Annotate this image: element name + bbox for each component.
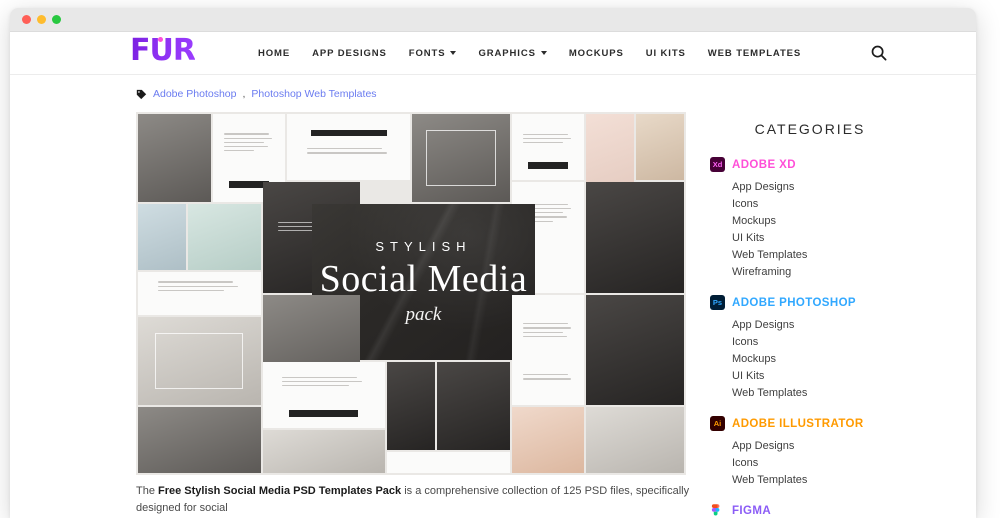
category-header-figma[interactable]: FIGMA [710, 503, 910, 518]
tag-separator: , [242, 88, 246, 100]
sidebar: CATEGORIES Xd ADOBE XD App Designs Icons… [710, 75, 910, 518]
category-group-adobe-photoshop: Ps ADOBE PHOTOSHOP App Designs Icons Moc… [710, 295, 910, 402]
category-group-adobe-illustrator: Ai ADOBE ILLUSTRATOR App Designs Icons W… [710, 416, 910, 489]
adobe-illustrator-icon: Ai [710, 416, 725, 431]
main-navigation: HOME APP DESIGNS FONTS GRAPHICS MOCKUPS … [258, 48, 801, 59]
body-lead: The [136, 485, 159, 497]
nav-label: HOME [258, 47, 291, 59]
category-name: ADOBE PHOTOSHOP [732, 296, 856, 309]
article-tags: Adobe Photoshop, Photoshop Web Templates [136, 88, 377, 100]
collage-tile [586, 407, 684, 473]
sidebar-title: CATEGORIES [754, 121, 866, 137]
hero-subtitle: pack [405, 303, 442, 325]
collage-tile [387, 362, 435, 451]
collage-tile [636, 114, 684, 180]
nav-item-graphics[interactable]: GRAPHICS [478, 47, 547, 59]
site-header: FUR HOME APP DESIGNS FONTS GRAPHICS MOCK… [10, 32, 976, 75]
nav-label: FONTS [408, 47, 446, 59]
collage-tile [138, 114, 211, 203]
collage-tile [138, 271, 261, 316]
figma-icon [710, 503, 725, 518]
nav-item-app-designs[interactable]: APP DESIGNS [312, 48, 387, 59]
tag-icon [136, 89, 147, 100]
category-group-adobe-xd: Xd ADOBE XD App Designs Icons Mockups UI… [710, 157, 910, 281]
page-viewport: FUR HOME APP DESIGNS FONTS GRAPHICS MOCK… [10, 32, 976, 518]
list-item[interactable]: App Designs [732, 179, 910, 196]
list-item[interactable]: Wireframing [732, 264, 910, 281]
list-item[interactable]: App Designs [732, 438, 910, 455]
category-links-adobe-illustrator: App Designs Icons Web Templates [710, 438, 910, 489]
logo-dot-icon [158, 37, 163, 42]
hero-kicker: STYLISH [375, 238, 472, 254]
category-links-adobe-photoshop: App Designs Icons Mockups UI Kits Web Te… [710, 317, 910, 402]
nav-label: WEB TEMPLATES [707, 47, 802, 59]
article-featured-image[interactable]: STYLISH Social Media pack [136, 112, 686, 475]
body-bold-phrase: Free Stylish Social Media PSD Templates … [158, 485, 402, 497]
category-name: FIGMA [732, 504, 772, 517]
collage-tile [287, 114, 410, 180]
browser-titlebar [10, 8, 976, 32]
chevron-down-icon [450, 51, 457, 55]
nav-label: UI KITS [645, 47, 686, 59]
tag-link-adobe-photoshop[interactable]: Adobe Photoshop [153, 88, 237, 100]
collage-tile [511, 407, 585, 473]
nav-label: APP DESIGNS [312, 47, 387, 59]
list-item[interactable]: Web Templates [732, 472, 910, 489]
tag-link-photoshop-web-templates[interactable]: Photoshop Web Templates [251, 88, 376, 100]
collage-tile [187, 204, 261, 270]
adobe-photoshop-icon: Ps [710, 295, 725, 310]
collage-tile [262, 362, 386, 428]
category-header-adobe-xd[interactable]: Xd ADOBE XD [710, 157, 910, 172]
collage-tile [138, 204, 186, 270]
nav-item-home[interactable]: HOME [258, 48, 290, 59]
collage-tile [586, 294, 684, 406]
list-item[interactable]: Mockups [732, 351, 910, 368]
category-group-figma: FIGMA App Designs [710, 503, 910, 518]
collage-tile [138, 407, 261, 473]
nav-item-ui-kits[interactable]: UI KITS [646, 48, 686, 59]
article-body-paragraph: The Free Stylish Social Media PSD Templa… [136, 483, 692, 516]
list-item[interactable]: Web Templates [732, 247, 910, 264]
nav-item-fonts[interactable]: FONTS [409, 48, 457, 59]
list-item[interactable]: App Designs [732, 317, 910, 334]
collage-tile [262, 429, 386, 473]
window-minimize-button[interactable] [37, 15, 46, 24]
category-header-adobe-photoshop[interactable]: Ps ADOBE PHOTOSHOP [710, 295, 910, 310]
nav-item-mockups[interactable]: MOCKUPS [569, 48, 624, 59]
search-icon[interactable] [870, 44, 888, 62]
collage-tile [586, 181, 684, 293]
collage-tile [511, 114, 585, 180]
hero-title: Social Media [319, 257, 528, 300]
page-root: FUR HOME APP DESIGNS FONTS GRAPHICS MOCK… [0, 0, 1000, 518]
collage-tile [387, 452, 510, 473]
category-name: ADOBE ILLUSTRATOR [732, 417, 864, 430]
nav-label: MOCKUPS [568, 47, 624, 59]
adobe-xd-icon: Xd [710, 157, 725, 172]
browser-window: FUR HOME APP DESIGNS FONTS GRAPHICS MOCK… [10, 8, 976, 518]
collage-tile [411, 114, 510, 203]
chevron-down-icon [540, 51, 547, 55]
list-item[interactable]: UI Kits [732, 368, 910, 385]
list-item[interactable]: Mockups [732, 213, 910, 230]
list-item[interactable]: Web Templates [732, 385, 910, 402]
nav-label: GRAPHICS [478, 47, 536, 59]
collage-tile [138, 317, 261, 406]
list-item[interactable]: Icons [732, 455, 910, 472]
list-item[interactable]: UI Kits [732, 230, 910, 247]
category-header-adobe-illustrator[interactable]: Ai ADOBE ILLUSTRATOR [710, 416, 910, 431]
window-close-button[interactable] [22, 15, 31, 24]
list-item[interactable]: Icons [732, 334, 910, 351]
collage-tile [511, 362, 585, 406]
template-collage: STYLISH Social Media pack [136, 112, 686, 475]
category-name: ADOBE XD [732, 158, 796, 171]
nav-item-web-templates[interactable]: WEB TEMPLATES [708, 48, 801, 59]
collage-tile [436, 362, 510, 451]
window-maximize-button[interactable] [52, 15, 61, 24]
category-links-adobe-xd: App Designs Icons Mockups UI Kits Web Te… [710, 179, 910, 281]
list-item[interactable]: Icons [732, 196, 910, 213]
page-content: Adobe Photoshop, Photoshop Web Templates [10, 75, 976, 518]
